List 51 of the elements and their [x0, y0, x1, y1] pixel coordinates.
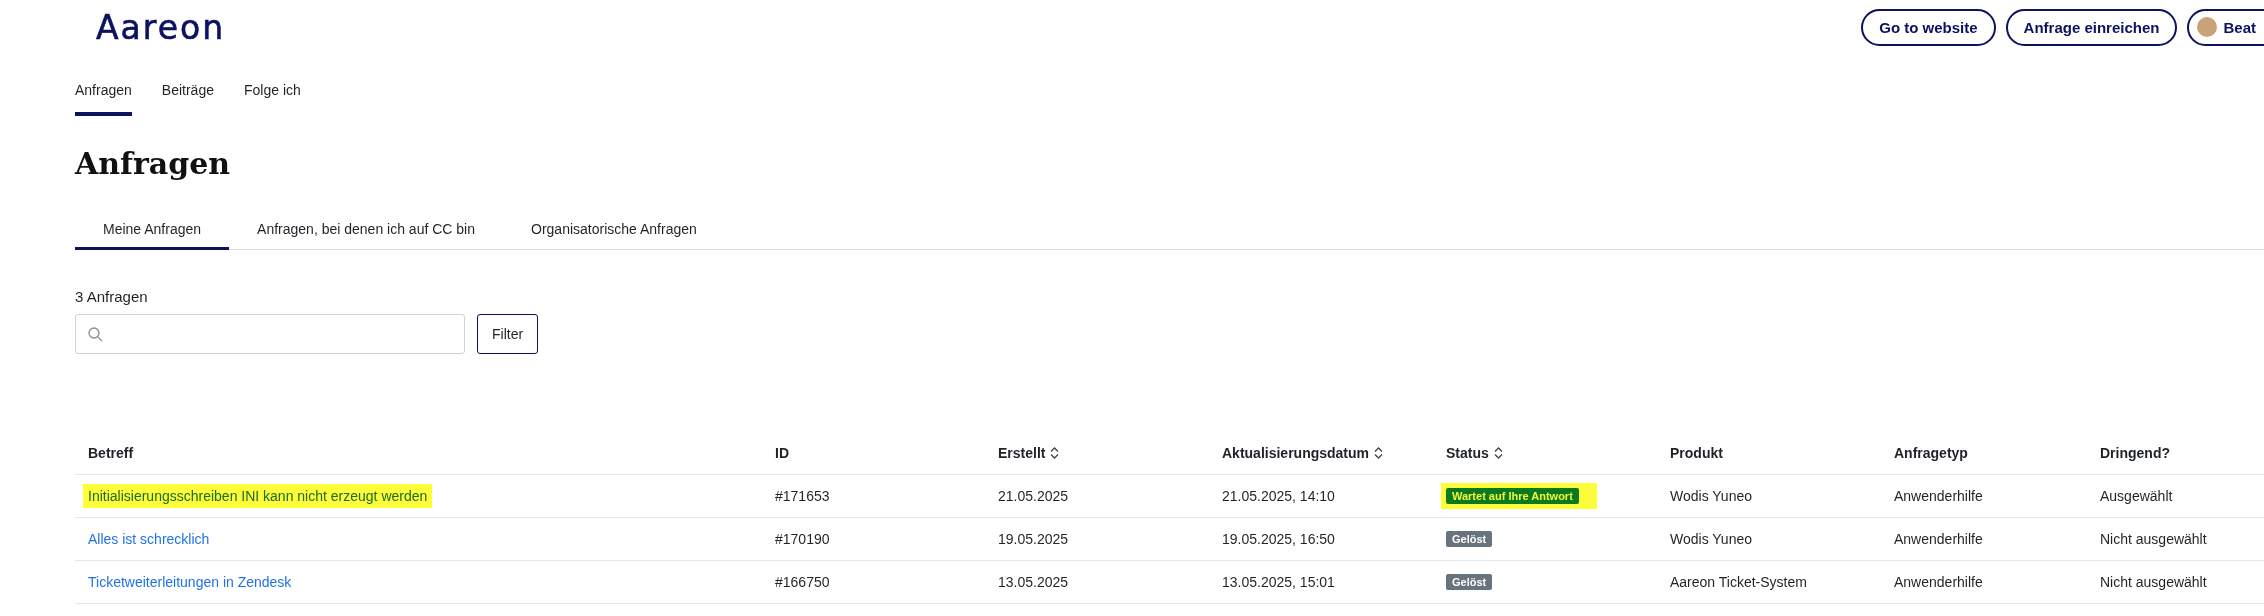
nav-tab[interactable]: Folge ich [244, 82, 301, 116]
table-cell-text: Nicht ausgewählt [2099, 574, 2208, 590]
column-header[interactable]: Erstellt [985, 445, 1209, 461]
column-header: ID [774, 445, 790, 461]
search-icon [88, 326, 103, 342]
column-header: Anfragetyp [1893, 445, 1969, 461]
logo: Aareon [96, 7, 226, 47]
column-header: Betreff [87, 445, 135, 461]
table-cell-text: #171653 [774, 488, 831, 504]
ticket-link[interactable]: Initialisierungsschreiben INI kann nicht erzeugt werden [83, 484, 433, 508]
avatar-icon [2197, 17, 2218, 37]
filter-button[interactable]: Filter [477, 314, 539, 354]
table-cell-text: 13.05.2025, 15:01 [1221, 574, 1336, 590]
ticket-link[interactable]: Ticketweiterleitungen in Zendesk [83, 570, 297, 594]
header-button[interactable]: Go to website [1861, 8, 1996, 46]
sort-icon[interactable] [1050, 447, 1060, 459]
table-cell-text: 21.05.2025, 14:10 [1221, 488, 1336, 504]
table-cell-text: 19.05.2025 [997, 531, 1070, 547]
table-cell-text: Anwenderhilfe [1893, 488, 1984, 504]
column-header: Dringend? [2099, 445, 2171, 461]
table-cell-text: Wodis Yuneo [1669, 531, 1753, 547]
status-badge: Gelöst [1446, 574, 1493, 590]
sort-icon[interactable] [1493, 447, 1503, 459]
table-cell-text: #166750 [774, 574, 831, 590]
column-header: Produkt [1669, 445, 1724, 461]
sort-icon[interactable] [1374, 447, 1384, 459]
table-cell-text: Nicht ausgewählt [2099, 531, 2208, 547]
column-header[interactable]: Aktualisierungsdatum [1209, 445, 1433, 461]
status-badge: Wartet auf Ihre Antwort [1446, 488, 1579, 504]
search-field[interactable] [75, 314, 465, 354]
result-count: 3 Anfragen [75, 288, 149, 305]
table-cell-text: 21.05.2025 [997, 488, 1070, 504]
ticket-link[interactable]: Alles ist schrecklich [83, 527, 215, 551]
nav-tab[interactable]: Anfragen [75, 82, 132, 116]
column-header[interactable]: Status [1433, 445, 1657, 461]
table-cell-text: 13.05.2025 [997, 574, 1070, 590]
table-cell-text: Anwenderhilfe [1893, 531, 1984, 547]
table-cell-text: #170190 [774, 531, 831, 547]
tab[interactable]: Anfragen, bei denen ich auf CC bin [229, 221, 503, 250]
table-cell-text: Wodis Yuneo [1669, 488, 1753, 504]
header-button[interactable]: Anfrage einreichen [2005, 8, 2178, 46]
tab[interactable]: Organisatorische Anfragen [503, 221, 725, 250]
table-cell-text: Anwenderhilfe [1893, 574, 1984, 590]
nav-tab[interactable]: Beiträge [161, 82, 214, 116]
user-menu-button[interactable]: Beat [2187, 8, 2264, 46]
table-cell-text: Aareon Ticket-System [1669, 574, 1808, 590]
tab[interactable]: Meine Anfragen [75, 221, 230, 250]
status-badge: Gelöst [1446, 531, 1493, 547]
table-cell-text: 19.05.2025, 16:50 [1221, 531, 1336, 547]
table-cell-text: Ausgewählt [2099, 488, 2174, 504]
page-title: Anfragen [75, 146, 232, 181]
